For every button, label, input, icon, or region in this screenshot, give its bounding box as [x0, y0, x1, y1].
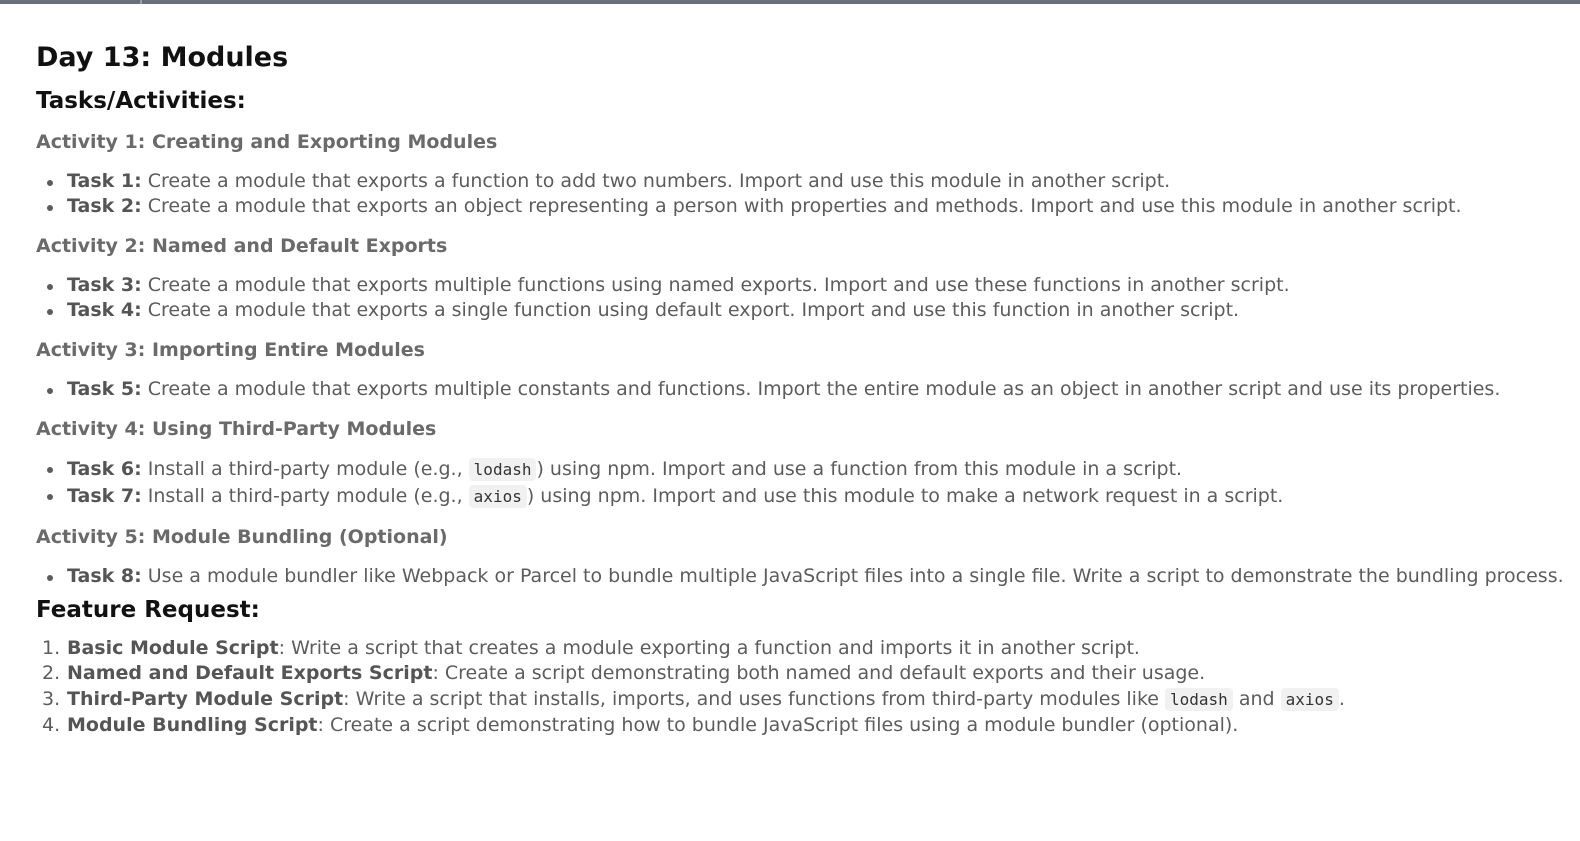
task-text: Create a module that exports multiple fu… [147, 274, 1290, 296]
activity-4-task-list: Task 6: Install a third-party module (e.… [36, 456, 1568, 510]
feature-request-heading: Feature Request: [36, 597, 260, 623]
task-text: ) using npm. Import and use a function f… [536, 458, 1183, 480]
task-item: Task 2: Create a module that exports an … [36, 194, 1568, 219]
task-text: Install a third-party module (e.g., [147, 485, 463, 507]
feature-label: Basic Module Script [67, 637, 279, 659]
document-content: Day 13: Modules Tasks/Activities: Activi… [36, 38, 1568, 738]
task-label: Task 2: [67, 195, 142, 217]
task-item: Task 4: Create a module that exports a s… [36, 298, 1568, 323]
task-text: Install a third-party module (e.g., [147, 458, 463, 480]
activity-1-heading: Activity 1: Creating and Exporting Modul… [36, 131, 498, 153]
task-label: Task 7: [67, 485, 142, 507]
task-item: Task 8: Use a module bundler like Webpac… [36, 564, 1568, 589]
feature-item: 2. Named and Default Exports Script: Crea… [36, 661, 1568, 686]
task-label: Task 8: [67, 565, 142, 587]
list-number: 4. [42, 714, 61, 736]
task-item: Task 7: Install a third-party module (e.… [36, 483, 1568, 510]
activity-3-task-list: Task 5: Create a module that exports mul… [36, 377, 1568, 402]
task-text: Create a module that exports multiple co… [147, 378, 1501, 400]
task-item: Task 6: Install a third-party module (e.… [36, 456, 1568, 483]
task-label: Task 6: [67, 458, 142, 480]
task-text: ) using npm. Import and use this module … [526, 485, 1284, 507]
task-label: Task 3: [67, 274, 142, 296]
task-text: Use a module bundler like Webpack or Par… [147, 565, 1564, 587]
task-label: Task 1: [67, 170, 142, 192]
task-item: Task 5: Create a module that exports mul… [36, 377, 1568, 402]
task-item: Task 3: Create a module that exports mul… [36, 273, 1568, 298]
feature-label: Third-Party Module Script [67, 688, 344, 710]
feature-text: : Create a script demonstrating both nam… [432, 662, 1206, 684]
feature-list: 1. Basic Module Script: Write a script th… [36, 636, 1568, 738]
page-title: Day 13: Modules [36, 42, 289, 73]
task-label: Task 4: [67, 299, 142, 321]
inline-code: lodash [1165, 688, 1233, 711]
feature-text: : Create a script demonstrating how to b… [317, 714, 1239, 736]
inline-code: lodash [468, 458, 537, 481]
window-top-bar [0, 0, 1580, 4]
activity-4-heading: Activity 4: Using Third-Party Modules [36, 418, 437, 440]
feature-text: : Write a script that creates a module e… [278, 637, 1140, 659]
inline-code: axios [1280, 688, 1339, 711]
activity-3-heading: Activity 3: Importing Entire Modules [36, 339, 425, 361]
feature-text: . [1338, 688, 1345, 710]
task-text: Create a module that exports an object r… [147, 195, 1462, 217]
activity-5-heading: Activity 5: Module Bundling (Optional) [36, 526, 448, 548]
task-item: Task 1: Create a module that exports a f… [36, 169, 1568, 194]
tasks-heading: Tasks/Activities: [36, 88, 246, 114]
feature-item: 4. Module Bundling Script: Create a scrip… [36, 713, 1568, 738]
list-number: 2. [42, 662, 61, 684]
activity-5-task-list: Task 8: Use a module bundler like Webpac… [36, 564, 1568, 589]
task-text: Create a module that exports a single fu… [147, 299, 1240, 321]
task-text: Create a module that exports a function … [147, 170, 1171, 192]
feature-text: and [1238, 688, 1275, 710]
feature-label: Module Bundling Script [67, 714, 318, 736]
activity-2-task-list: Task 3: Create a module that exports mul… [36, 273, 1568, 323]
inline-code: axios [468, 485, 527, 508]
list-number: 3. [42, 688, 61, 710]
activity-2-heading: Activity 2: Named and Default Exports [36, 235, 448, 257]
feature-item: 1. Basic Module Script: Write a script th… [36, 636, 1568, 661]
activity-1-task-list: Task 1: Create a module that exports a f… [36, 169, 1568, 219]
feature-text: : Write a script that installs, imports,… [343, 688, 1159, 710]
list-number: 1. [42, 637, 61, 659]
feature-label: Named and Default Exports Script [67, 662, 433, 684]
feature-item: 3. Third-Party Module Script: Write a scr… [36, 686, 1568, 713]
task-label: Task 5: [67, 378, 142, 400]
